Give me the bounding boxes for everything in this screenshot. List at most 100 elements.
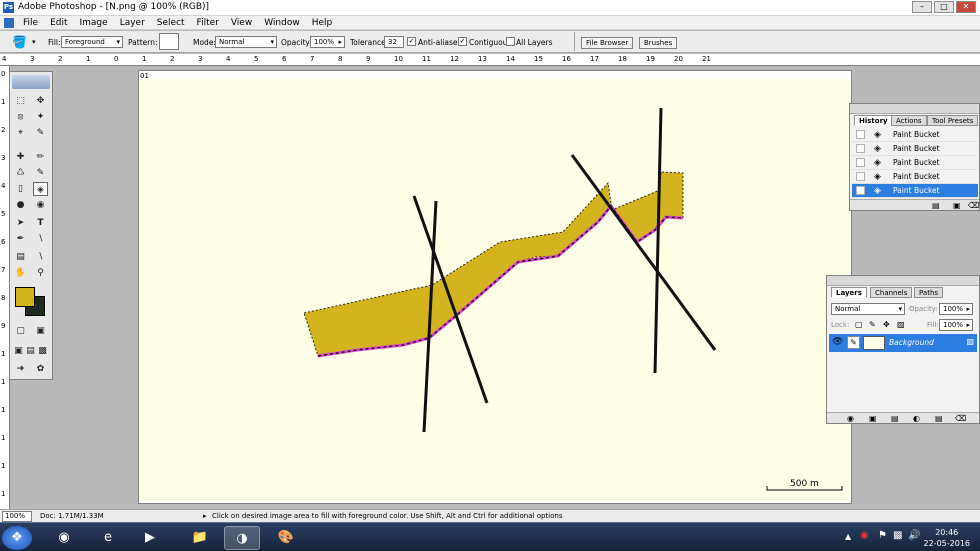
zoom-field[interactable]: 100%: [2, 511, 32, 522]
paint-bucket-icon[interactable]: 🪣: [12, 35, 27, 49]
layers-panel-titlebar[interactable]: [827, 276, 979, 286]
paint-bucket-tool-icon[interactable]: ◈: [33, 182, 48, 196]
trash-icon[interactable]: ⌫: [968, 201, 979, 210]
blend-mode-select[interactable]: Normal ▾: [831, 303, 905, 315]
history-item[interactable]: ◈ Paint Bucket: [852, 156, 978, 170]
network-icon[interactable]: ▩: [893, 530, 902, 541]
anti-aliased-checkbox[interactable]: ✓: [407, 37, 416, 46]
menu-image[interactable]: Image: [74, 18, 114, 28]
lock-image-icon[interactable]: ✎: [869, 320, 876, 329]
tab-channels[interactable]: Channels: [870, 287, 913, 298]
layer-style-icon[interactable]: ◉: [847, 414, 854, 423]
lock-transparency-icon[interactable]: ▢: [855, 320, 863, 329]
tab-tool-presets[interactable]: Tool Presets: [927, 115, 979, 126]
file-browser-tab[interactable]: File Browser: [581, 37, 634, 49]
paint-icon[interactable]: 🎨: [268, 526, 304, 550]
healing-brush-icon[interactable]: ✚: [13, 150, 28, 164]
history-item[interactable]: ◈ Paint Bucket: [852, 170, 978, 184]
brush-tool-icon[interactable]: ✏: [33, 150, 48, 164]
close-button[interactable]: ✕: [956, 1, 976, 13]
minimize-button[interactable]: –: [912, 1, 932, 13]
type-tool-icon[interactable]: T: [33, 216, 48, 230]
foreground-color-swatch-top[interactable]: [15, 287, 35, 307]
brushes-tab[interactable]: Brushes: [639, 37, 678, 49]
lock-all-icon[interactable]: ▨: [897, 320, 905, 329]
screen-mode-full-icon[interactable]: ▩: [35, 344, 50, 358]
start-button[interactable]: ❖: [2, 526, 32, 550]
slice-tool-icon[interactable]: ✎: [33, 126, 48, 140]
layer-opacity-field[interactable]: 100% ▸: [939, 303, 973, 315]
trash-icon[interactable]: ⌫: [955, 414, 966, 423]
history-item-selected[interactable]: ◈ Paint Bucket: [852, 184, 978, 198]
path-selection-icon[interactable]: ➤: [13, 216, 28, 230]
quick-mask-icon[interactable]: ▣: [33, 324, 48, 338]
eraser-tool-icon[interactable]: ▯: [13, 182, 28, 196]
standard-mode-icon[interactable]: ▢: [13, 324, 28, 338]
tab-history[interactable]: History: [854, 115, 893, 126]
history-panel-titlebar[interactable]: [850, 104, 979, 114]
status-arrow-icon[interactable]: ▸: [203, 512, 207, 520]
internet-explorer-icon[interactable]: e: [90, 526, 126, 550]
adjustment-layer-icon[interactable]: ◐: [913, 414, 920, 423]
history-item[interactable]: ◈ Paint Bucket: [852, 142, 978, 156]
move-tool-icon[interactable]: ✥: [33, 94, 48, 108]
opacity-field[interactable]: 100% ▸: [310, 36, 345, 48]
blur-tool-icon[interactable]: ●: [13, 198, 28, 212]
crop-tool-icon[interactable]: ⌖: [13, 126, 28, 140]
media-player-icon[interactable]: ▶: [132, 526, 168, 550]
history-item[interactable]: ◈ Paint Bucket: [852, 128, 978, 142]
pen-tool-icon[interactable]: ✒: [13, 232, 28, 246]
fill-select[interactable]: Foreground ▾: [61, 36, 123, 48]
clone-stamp-icon[interactable]: ♺: [13, 166, 28, 180]
new-document-icon[interactable]: ▤: [932, 201, 940, 210]
clock[interactable]: 20:46 22-05-2016: [924, 527, 971, 549]
menu-window[interactable]: Window: [258, 18, 306, 28]
hand-tool-icon[interactable]: ✋: [13, 266, 28, 280]
layer-fill-field[interactable]: 100% ▸: [939, 319, 973, 331]
volume-icon[interactable]: 🔊: [908, 530, 920, 541]
chrome-icon[interactable]: ◉: [46, 526, 82, 550]
notes-tool-icon[interactable]: ▤: [13, 250, 28, 264]
tab-paths[interactable]: Paths: [914, 287, 944, 298]
menu-help[interactable]: Help: [306, 18, 339, 28]
all-layers-checkbox[interactable]: [506, 37, 515, 46]
tray-arrow-icon[interactable]: ▲: [845, 532, 851, 541]
line-tool-icon[interactable]: ∖: [33, 232, 48, 246]
document-icon[interactable]: [4, 17, 14, 28]
menu-file[interactable]: File: [17, 18, 44, 28]
menu-select[interactable]: Select: [151, 18, 191, 28]
pattern-picker[interactable]: [159, 33, 179, 50]
layer-row-background[interactable]: 👁 ✎ Background ▨: [829, 334, 977, 352]
menu-layer[interactable]: Layer: [114, 18, 151, 28]
photoshop-taskbar-icon[interactable]: ◑: [224, 526, 260, 550]
zoom-tool-icon[interactable]: ⚲: [33, 266, 48, 280]
tray-flag-icon[interactable]: ⚑: [878, 530, 887, 541]
tab-actions[interactable]: Actions: [891, 115, 927, 126]
magic-wand-tool-icon[interactable]: ✦: [33, 110, 48, 124]
eyedropper-tool-icon[interactable]: ∖: [33, 250, 48, 264]
file-explorer-icon[interactable]: 📁: [182, 526, 218, 550]
menu-edit[interactable]: Edit: [44, 18, 73, 28]
history-brush-icon[interactable]: ✎: [33, 166, 48, 180]
maximize-button[interactable]: □: [934, 1, 954, 13]
new-layer-icon[interactable]: ▤: [935, 414, 943, 423]
document-size[interactable]: Doc: 1.71M/1.33M: [40, 512, 104, 520]
marquee-tool-icon[interactable]: ⬚: [13, 94, 28, 108]
contiguous-checkbox[interactable]: ✓: [458, 37, 467, 46]
jump-to-imageready-icon[interactable]: ➜: [13, 362, 28, 376]
menu-filter[interactable]: Filter: [191, 18, 225, 28]
mode-select[interactable]: Normal ▾: [215, 36, 277, 48]
tool-preset-chevron-icon[interactable]: ▾: [32, 38, 36, 46]
layer-set-icon[interactable]: ▤: [891, 414, 899, 423]
lock-position-icon[interactable]: ✥: [883, 320, 890, 329]
tolerance-field[interactable]: 32: [384, 36, 404, 48]
image-canvas[interactable]: [140, 79, 849, 501]
new-snapshot-icon[interactable]: ▣: [953, 201, 961, 210]
tab-layers[interactable]: Layers: [831, 287, 867, 298]
dodge-tool-icon[interactable]: ◉: [33, 198, 48, 212]
menu-view[interactable]: View: [225, 18, 258, 28]
eye-icon[interactable]: 👁: [832, 337, 843, 347]
tray-app-icon[interactable]: ◉: [860, 530, 869, 541]
layer-mask-icon[interactable]: ▣: [869, 414, 877, 423]
lasso-tool-icon[interactable]: ⦻: [13, 110, 28, 124]
